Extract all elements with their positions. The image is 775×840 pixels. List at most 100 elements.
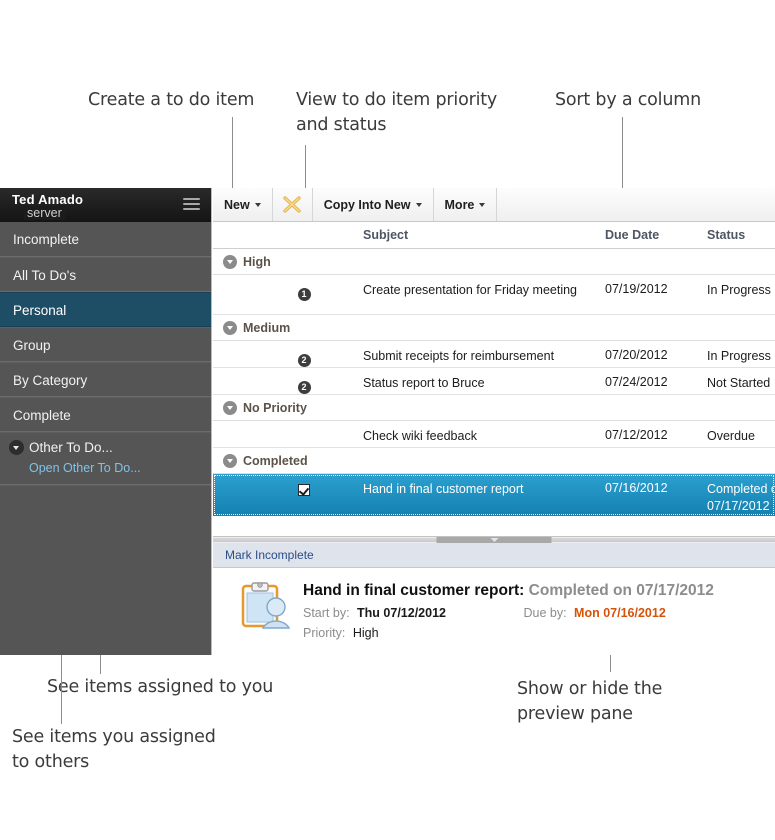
priority-badge: 1	[295, 284, 313, 302]
column-header-due-date[interactable]: Due Date	[605, 228, 659, 242]
delete-button[interactable]	[273, 188, 313, 221]
leader-line-sort	[622, 117, 623, 189]
group-header-no-priority[interactable]: No Priority	[213, 395, 775, 421]
chevron-down-icon	[415, 202, 422, 207]
sidebar-item-personal[interactable]: Personal	[0, 292, 211, 327]
sidebar-item-all-to-dos[interactable]: All To Do's	[0, 257, 211, 292]
due-by-value: Mon 07/16/2012	[574, 606, 666, 620]
start-by-label: Start by:	[303, 606, 350, 620]
sidebar-list: Incomplete All To Do's Personal Group By…	[0, 222, 211, 655]
group-header-medium[interactable]: Medium	[213, 315, 775, 341]
annotation-view-priority: View to do item priority and status	[296, 90, 498, 135]
chevron-down-icon[interactable]	[9, 440, 24, 455]
column-header-row: Subject Due Date Status	[213, 222, 775, 249]
sidebar-open-other-to-do-link[interactable]: Open Other To Do...	[0, 461, 211, 475]
preview-priority-row: Priority: High	[303, 626, 775, 640]
toolbar: New Copy Into New More	[213, 188, 775, 222]
column-header-subject[interactable]: Subject	[363, 228, 408, 242]
sidebar-item-by-category[interactable]: By Category	[0, 362, 211, 397]
clipboard-person-icon	[241, 582, 291, 629]
group-label: No Priority	[243, 400, 307, 415]
table-row[interactable]: 2 Status report to Bruce 07/24/2012 Not …	[213, 368, 775, 395]
column-header-status[interactable]: Status	[707, 228, 745, 242]
sidebar-item-incomplete[interactable]: Incomplete	[0, 222, 211, 257]
annotation-preview-pane: Show or hide the preview pane	[517, 679, 663, 724]
due-by-block: Due by: Mon 07/16/2012	[523, 606, 665, 620]
sidebar-item-complete[interactable]: Complete	[0, 397, 211, 432]
chevron-down-icon[interactable]	[223, 320, 237, 335]
mark-incomplete-link[interactable]: Mark Incomplete	[225, 548, 314, 562]
table-row[interactable]: 1 Create presentation for Friday meeting…	[213, 275, 775, 315]
table-row-selected[interactable]: Hand in final customer report 07/16/2012…	[213, 474, 775, 516]
leader-line-create	[232, 117, 233, 189]
preview-title-row: Hand in final customer report: Completed…	[303, 582, 775, 600]
priority-value: 2	[297, 381, 311, 394]
main-panel: New Copy Into New More Subject Due Date …	[213, 188, 775, 655]
table-row[interactable]: 2 Submit receipts for reimbursement 07/2…	[213, 341, 775, 368]
cell-status: In Progress	[707, 283, 771, 297]
preview-pane-splitter[interactable]	[213, 536, 775, 543]
cell-status: Completed on 07/17/2012	[707, 482, 775, 513]
leader-line-assigned-you	[100, 652, 101, 674]
preview-pane: Mark Incomplete Hand in final customer r…	[213, 543, 775, 655]
cell-status: Not Started	[707, 376, 771, 390]
copy-into-new-button[interactable]: Copy Into New	[313, 188, 434, 221]
table-row[interactable]: Check wiki feedback 07/12/2012 Overdue	[213, 421, 775, 448]
cell-due-date: 07/20/2012	[605, 348, 668, 362]
more-button-label: More	[444, 197, 475, 212]
group-label: Completed	[243, 453, 308, 468]
cell-due-date: 07/16/2012	[605, 481, 668, 495]
due-by-label: Due by:	[523, 606, 567, 620]
preview-title: Hand in final customer report:	[303, 582, 525, 599]
priority-badge: 2	[295, 377, 313, 395]
application-window: Ted Amado server Incomplete All To Do's …	[0, 188, 775, 655]
annotation-assigned-to-you: See items assigned to you	[47, 677, 274, 697]
chevron-down-icon	[254, 202, 261, 207]
priority-value: 2	[297, 354, 311, 367]
completed-checkbox[interactable]	[295, 483, 313, 501]
chevron-down-icon[interactable]	[223, 254, 237, 269]
chevron-down-icon	[479, 202, 486, 207]
preview-text: Hand in final customer report: Completed…	[303, 582, 775, 640]
cell-subject: Create presentation for Friday meeting	[363, 283, 577, 297]
user-name: Ted Amado	[12, 192, 84, 207]
cell-subject: Check wiki feedback	[363, 429, 477, 443]
preview-action-bar: Mark Incomplete	[213, 543, 775, 568]
priority-value: High	[352, 626, 379, 640]
copy-into-new-label: Copy Into New	[323, 197, 411, 212]
sidebar-item-group[interactable]: Group	[0, 327, 211, 362]
screenshot-root: Create a to do item View to do item prio…	[0, 0, 775, 840]
sidebar: Ted Amado server Incomplete All To Do's …	[0, 188, 212, 655]
annotation-create-to-do: Create a to do item	[88, 90, 255, 110]
annotation-sort-column: Sort by a column	[555, 90, 701, 110]
server-label: server	[24, 206, 65, 220]
preview-completed-text: Completed on 07/17/2012	[528, 582, 714, 599]
hamburger-icon[interactable]	[183, 198, 200, 211]
leader-line-assigned-others	[61, 652, 62, 724]
cell-subject: Status report to Bruce	[363, 376, 485, 390]
more-button[interactable]: More	[434, 188, 498, 221]
preview-dates-row: Start by: Thu 07/12/2012 Due by: Mon 07/…	[303, 606, 775, 620]
annotation-assigned-to-others: See items you assigned to others	[12, 727, 216, 772]
cell-due-date: 07/24/2012	[605, 375, 668, 389]
to-do-table: High 1 Create presentation for Friday me…	[213, 249, 775, 536]
group-label: High	[243, 254, 271, 269]
sidebar-item-other-to-do[interactable]: Other To Do... Open Other To Do...	[0, 432, 211, 485]
chevron-down-icon[interactable]	[223, 400, 237, 415]
cell-due-date: 07/12/2012	[605, 428, 668, 442]
new-button-label: New	[224, 197, 250, 212]
cell-status: In Progress	[707, 349, 771, 363]
preview-body: Hand in final customer report: Completed…	[213, 568, 775, 640]
new-button[interactable]: New	[213, 188, 273, 221]
chevron-down-icon[interactable]	[223, 453, 237, 468]
group-header-completed[interactable]: Completed	[213, 448, 775, 474]
cell-subject: Submit receipts for reimbursement	[363, 349, 555, 363]
leader-line-priority	[305, 145, 306, 189]
cell-subject: Hand in final customer report	[363, 482, 524, 496]
group-header-high[interactable]: High	[213, 249, 775, 275]
sidebar-filler	[0, 485, 211, 655]
sidebar-other-to-do-label: Other To Do...	[29, 440, 113, 455]
group-label: Medium	[243, 320, 291, 335]
cell-due-date: 07/19/2012	[605, 282, 668, 296]
